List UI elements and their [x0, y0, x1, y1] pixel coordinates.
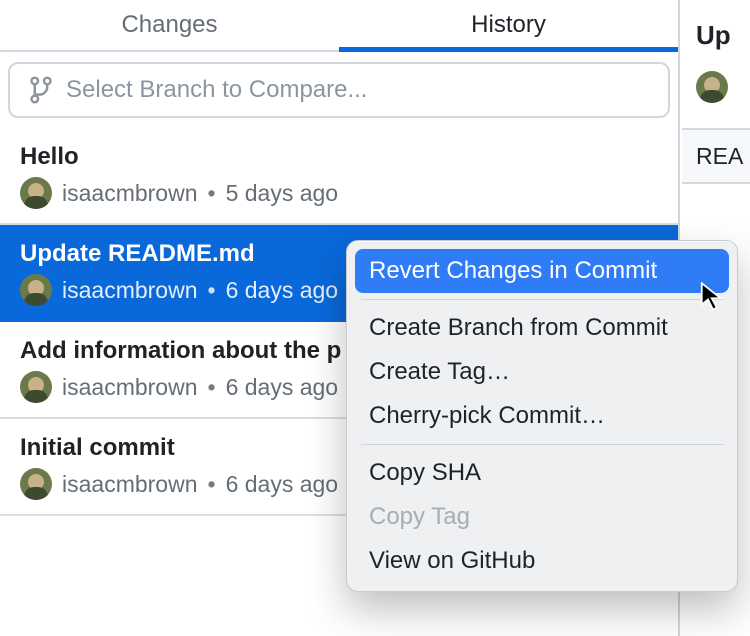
menu-cherry-pick[interactable]: Cherry-pick Commit…	[355, 394, 729, 438]
avatar	[20, 371, 52, 403]
avatar	[20, 177, 52, 209]
avatar	[696, 71, 728, 103]
branch-compare-selector[interactable]: Select Branch to Compare...	[8, 62, 670, 118]
changed-file-row[interactable]: REA	[682, 128, 750, 184]
sidebar-tabs: Changes History	[0, 0, 678, 52]
tab-changes[interactable]: Changes	[0, 0, 339, 50]
commit-time: 6 days ago	[226, 277, 339, 304]
file-name: REA	[696, 143, 743, 170]
separator-dot: •	[208, 180, 216, 207]
menu-view-on-github[interactable]: View on GitHub	[355, 539, 729, 583]
commit-title: Hello	[20, 143, 658, 171]
branch-selector-placeholder: Select Branch to Compare...	[66, 76, 367, 104]
commit-item[interactable]: Hello isaacmbrown • 5 days ago	[0, 128, 678, 225]
commit-time: 6 days ago	[226, 471, 339, 498]
separator-dot: •	[208, 277, 216, 304]
menu-revert-changes[interactable]: Revert Changes in Commit	[355, 249, 729, 293]
tab-history[interactable]: History	[339, 0, 678, 50]
menu-create-branch[interactable]: Create Branch from Commit	[355, 306, 729, 350]
commit-time: 6 days ago	[226, 374, 339, 401]
menu-copy-sha[interactable]: Copy SHA	[355, 451, 729, 495]
tab-label: History	[471, 11, 546, 39]
commit-author: isaacmbrown	[62, 180, 198, 207]
separator-dot: •	[208, 374, 216, 401]
branch-selector-container: Select Branch to Compare...	[0, 52, 678, 128]
menu-create-tag[interactable]: Create Tag…	[355, 350, 729, 394]
commit-time: 5 days ago	[226, 180, 339, 207]
detail-author-row	[682, 51, 750, 103]
separator-dot: •	[208, 471, 216, 498]
menu-separator	[361, 299, 723, 300]
commit-author: isaacmbrown	[62, 471, 198, 498]
commit-author: isaacmbrown	[62, 374, 198, 401]
commit-meta: isaacmbrown • 5 days ago	[20, 177, 658, 209]
commit-author: isaacmbrown	[62, 277, 198, 304]
detail-title: Up	[682, 0, 750, 51]
git-branch-icon	[28, 76, 54, 104]
tab-label: Changes	[121, 11, 217, 39]
menu-separator	[361, 444, 723, 445]
avatar	[20, 468, 52, 500]
avatar	[20, 274, 52, 306]
commit-context-menu: Revert Changes in Commit Create Branch f…	[346, 240, 738, 592]
menu-copy-tag: Copy Tag	[355, 495, 729, 539]
